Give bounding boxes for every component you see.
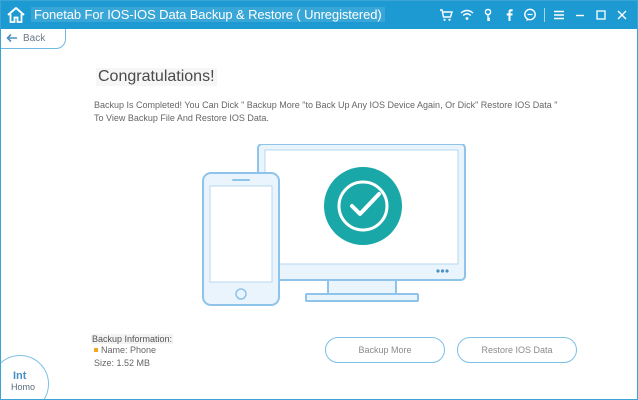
home-label: Homo: [11, 382, 36, 392]
restore-ios-data-button[interactable]: Restore IOS Data: [457, 337, 577, 363]
backup-more-button[interactable]: Backup More: [325, 337, 445, 363]
title-bar: Fonetab For IOS-IOS Data Backup & Restor…: [1, 1, 637, 29]
backup-info-name: Name: Phone: [94, 345, 156, 355]
chat-icon[interactable]: [521, 6, 539, 24]
back-arrow-icon: [6, 30, 18, 48]
main-content: Congratulations! Backup Is Completed! Yo…: [1, 49, 637, 399]
home-icon[interactable]: [6, 5, 26, 25]
facebook-icon[interactable]: [500, 6, 518, 24]
window-title: Fonetab For IOS-IOS Data Backup & Restor…: [31, 7, 385, 22]
backup-complete-illustration: [202, 144, 466, 306]
back-button-label: Back: [23, 33, 46, 44]
home-glyph: Int: [13, 370, 27, 382]
check-circle-icon: [324, 167, 402, 245]
wifi-icon[interactable]: [458, 6, 476, 24]
minimize-icon[interactable]: [571, 6, 589, 24]
completion-message: Backup Is Completed! You Can Dick " Back…: [94, 100, 558, 123]
backup-name-value: Name: Phone: [101, 345, 157, 355]
title-bar-controls: [437, 1, 631, 29]
backup-info-size: Size: 1.52 MB: [94, 358, 150, 368]
bullet-icon: [94, 348, 98, 352]
menu-icon[interactable]: [550, 6, 568, 24]
backup-size-value: Size: 1.52 MB: [94, 358, 151, 368]
maximize-icon[interactable]: [592, 6, 610, 24]
close-icon[interactable]: [613, 6, 631, 24]
back-button[interactable]: Back: [1, 29, 66, 49]
backup-info-title: Backup Information:: [91, 334, 174, 344]
cart-icon[interactable]: [437, 6, 455, 24]
app-window: Fonetab For IOS-IOS Data Backup & Restor…: [0, 0, 638, 400]
title-bar-divider: [544, 8, 545, 22]
page-title: Congratulations!: [96, 68, 217, 86]
key-icon[interactable]: [479, 6, 497, 24]
